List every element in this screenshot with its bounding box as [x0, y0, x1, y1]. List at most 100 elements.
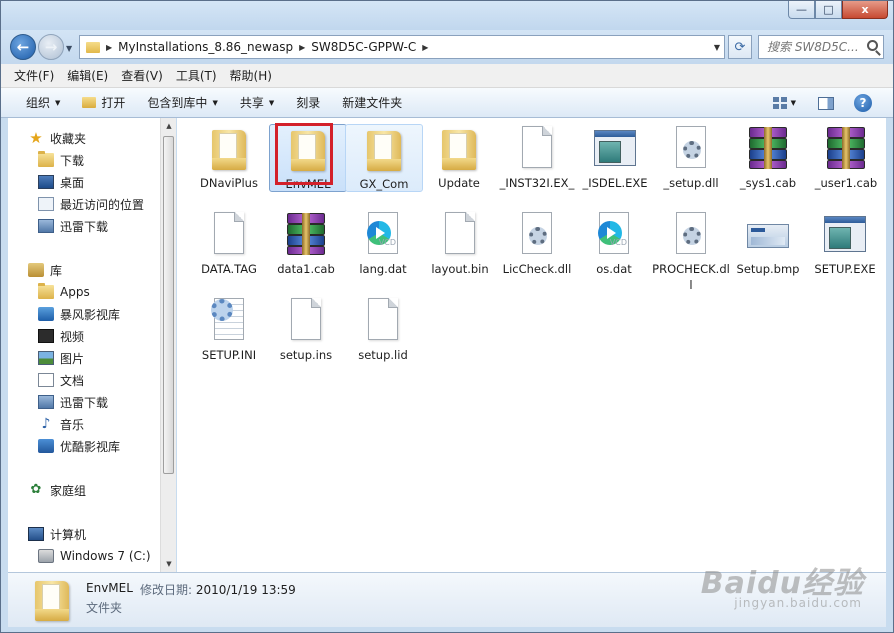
file-item[interactable]: _user1.cab	[807, 124, 885, 191]
sidebar-item-youku-library[interactable]: 优酷影视库	[38, 436, 120, 456]
library-icon	[28, 263, 44, 277]
file-name: setup.lid	[358, 348, 408, 362]
view-options-icon[interactable]	[772, 97, 787, 109]
file-item[interactable]: DATA.TAG	[190, 210, 268, 277]
refresh-button[interactable]: ⟳	[728, 35, 752, 59]
file-item[interactable]: SETUP.EXE	[806, 210, 884, 277]
music-note-icon: ♪	[41, 416, 51, 432]
open-label: 打开	[101, 96, 126, 110]
document-icon	[513, 124, 561, 172]
chevron-right-icon[interactable]: ▶	[422, 43, 428, 52]
folder-icon	[205, 124, 253, 172]
minimize-button[interactable]: —	[788, 0, 815, 19]
recent-pages-dropdown[interactable]: ▼	[66, 44, 72, 53]
file-item[interactable]: SETUP.INI	[190, 296, 268, 363]
sidebar-item-thunder-downloads[interactable]: 迅雷下载	[38, 216, 108, 236]
breadcrumb-sw8d5c[interactable]: SW8D5C-GPPW-C	[311, 40, 416, 54]
thunder-download-icon	[38, 219, 54, 233]
dll-gear-icon	[667, 210, 715, 258]
maximize-button[interactable]: □	[815, 0, 842, 19]
chevron-down-icon[interactable]: ▼	[791, 99, 796, 107]
scroll-up-icon[interactable]: ▲	[161, 118, 177, 134]
chevron-right-icon[interactable]: ▶	[106, 43, 112, 52]
menu-view[interactable]: 查看(V)	[121, 67, 163, 84]
file-item[interactable]: setup.lid	[344, 296, 422, 363]
search-input[interactable]	[767, 40, 863, 54]
include-in-library-button[interactable]: 包含到库中 ▼	[147, 94, 217, 111]
search-box[interactable]	[758, 35, 884, 59]
sidebar-item-pictures[interactable]: 图片	[38, 348, 84, 368]
navigation-pane: ★ 收藏夹 下载 桌面 最近访问的位置 迅雷下载 库 Apps 暴风影视库 视频 …	[8, 118, 176, 572]
address-dropdown[interactable]: ▼	[714, 43, 720, 52]
sidebar-item-homegroup[interactable]: ✿ 家庭组	[28, 480, 86, 500]
organize-button[interactable]: 组织 ▼	[26, 94, 60, 111]
sidebar-scrollbar[interactable]: ▲ ▼	[160, 118, 176, 572]
file-item[interactable]: _setup.dll	[652, 124, 730, 191]
file-item[interactable]: _ISDEL.EXE	[576, 124, 654, 191]
new-folder-button[interactable]: 新建文件夹	[342, 94, 402, 111]
chevron-right-icon[interactable]: ▶	[299, 43, 305, 52]
preview-pane-icon[interactable]	[818, 96, 834, 110]
document-icon	[436, 210, 484, 258]
folder-icon	[435, 124, 483, 172]
file-item[interactable]: PROCHECK.dll	[652, 210, 730, 293]
document-icon	[359, 296, 407, 344]
command-bar: 组织 ▼ 打开 包含到库中 ▼ 共享 ▼ 刻录 新建文件夹 ▼ ?	[0, 88, 894, 118]
scroll-thumb[interactable]	[163, 136, 174, 474]
breadcrumb-myinstallations[interactable]: MyInstallations_8.86_newasp	[118, 40, 293, 54]
file-name: os.dat	[596, 262, 632, 276]
sidebar-item-downloads[interactable]: 下载	[38, 150, 84, 170]
file-item[interactable]: _INST32I.EX_	[498, 124, 576, 191]
menu-tools[interactable]: 工具(T)	[176, 67, 217, 84]
share-button[interactable]: 共享 ▼	[240, 94, 274, 111]
sidebar-item-videos[interactable]: 视频	[38, 326, 84, 346]
sidebar-item-music[interactable]: ♪ 音乐	[38, 414, 84, 434]
sidebar-item-favorites[interactable]: ★ 收藏夹	[28, 128, 86, 148]
file-item[interactable]: _sys1.cab	[729, 124, 807, 191]
share-label: 共享	[239, 96, 264, 110]
sidebar-item-computer[interactable]: 计算机	[28, 524, 86, 544]
help-icon[interactable]: ?	[854, 94, 872, 112]
search-icon[interactable]	[867, 40, 878, 51]
sidebar-item-label: 文档	[60, 373, 85, 388]
sidebar-item-recent-places[interactable]: 最近访问的位置	[38, 194, 144, 214]
sidebar-item-apps[interactable]: Apps	[38, 282, 90, 302]
address-bar[interactable]: ▶ MyInstallations_8.86_newasp ▶ SW8D5C-G…	[79, 35, 725, 59]
file-item[interactable]: Setup.bmp	[729, 210, 807, 277]
desktop-icon	[38, 175, 54, 189]
file-name: _setup.dll	[663, 176, 719, 190]
scroll-down-icon[interactable]: ▼	[161, 556, 177, 572]
title-bar: — □ x	[0, 0, 894, 30]
file-name: GX_Com	[359, 177, 409, 191]
sidebar-item-storm-library[interactable]: 暴风影视库	[38, 304, 120, 324]
folder-icon	[86, 41, 100, 53]
file-item[interactable]: LicCheck.dll	[498, 210, 576, 277]
file-item[interactable]: VCD os.dat	[575, 210, 653, 277]
sidebar-item-libraries[interactable]: 库	[28, 260, 62, 280]
file-item[interactable]: data1.cab	[267, 210, 345, 277]
close-button[interactable]: x	[842, 0, 888, 19]
file-item[interactable]: GX_Com	[345, 124, 423, 192]
file-name: _sys1.cab	[739, 176, 797, 190]
sidebar-item-label: 收藏夹	[50, 131, 87, 146]
sidebar-item-documents[interactable]: 文档	[38, 370, 84, 390]
burn-button[interactable]: 刻录	[296, 94, 320, 111]
file-item[interactable]: layout.bin	[421, 210, 499, 277]
winrar-archive-icon	[822, 124, 870, 172]
menu-help[interactable]: 帮助(H)	[230, 67, 272, 84]
menu-edit[interactable]: 编辑(E)	[67, 67, 108, 84]
file-item[interactable]: Update	[420, 124, 498, 191]
sidebar-item-desktop[interactable]: 桌面	[38, 172, 84, 192]
back-button[interactable]: ←	[10, 34, 36, 60]
sidebar-item-thunder-library[interactable]: 迅雷下载	[38, 392, 108, 412]
chevron-down-icon: ▼	[268, 98, 275, 107]
menu-file[interactable]: 文件(F)	[14, 67, 54, 84]
file-item[interactable]: DNaviPlus	[190, 124, 268, 191]
forward-button[interactable]: →	[38, 34, 64, 60]
file-item[interactable]: VCD lang.dat	[344, 210, 422, 277]
open-button[interactable]: 打开	[82, 94, 125, 111]
sidebar-item-label: 家庭组	[50, 483, 87, 498]
file-item[interactable]: setup.ins	[267, 296, 345, 363]
file-name: lang.dat	[359, 262, 407, 276]
sidebar-item-drive-c[interactable]: Windows 7 (C:)	[38, 546, 151, 566]
